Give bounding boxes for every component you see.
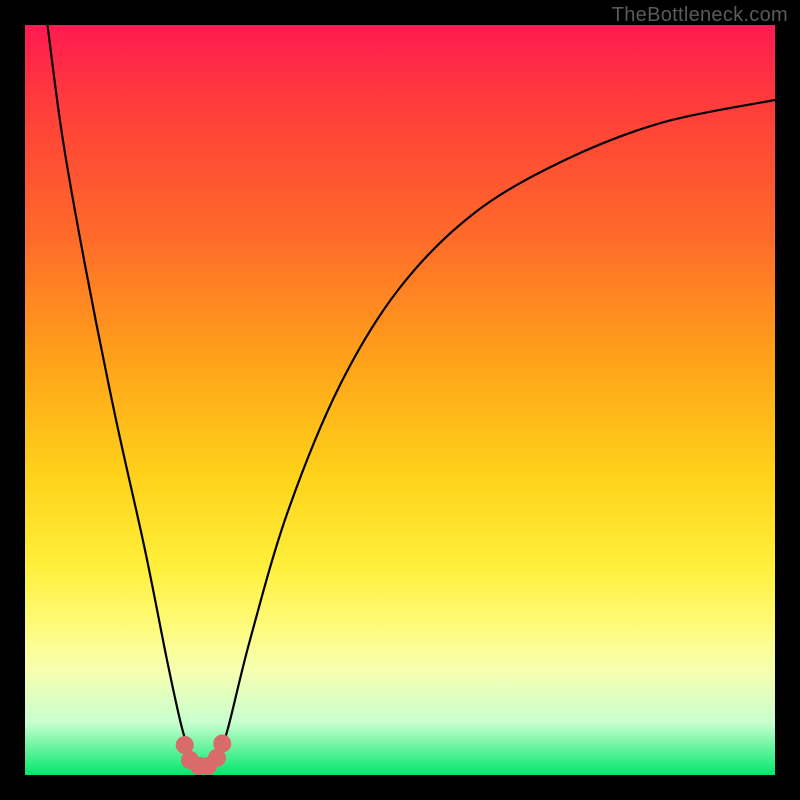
minimum-markers [176,735,232,776]
plot-area [25,25,775,775]
curve-layer [25,25,775,775]
minimum-marker [213,735,231,753]
watermark-text: TheBottleneck.com [612,4,788,27]
bottleneck-curve [48,25,776,768]
chart-frame: TheBottleneck.com [0,0,800,800]
